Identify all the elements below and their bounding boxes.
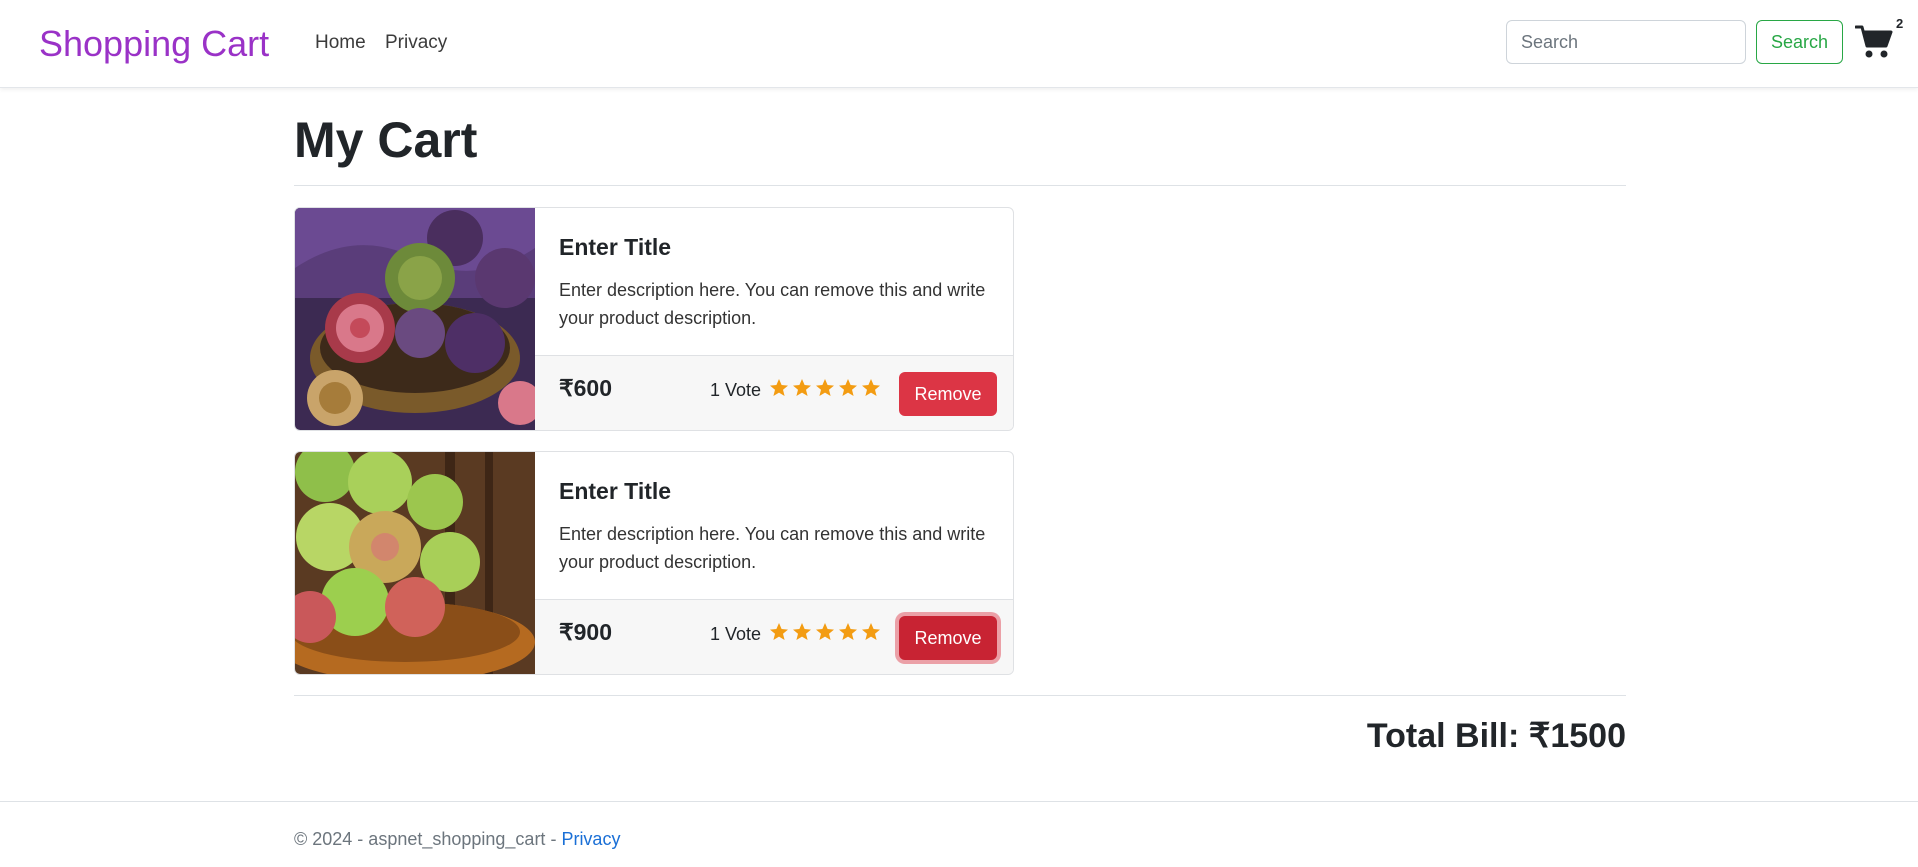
remove-button[interactable]: Remove xyxy=(899,616,997,660)
cart-item-description: Enter description here. You can remove t… xyxy=(559,524,986,572)
cart-item-description: Enter description here. You can remove t… xyxy=(559,280,986,328)
star-rating xyxy=(770,379,880,396)
remove-button[interactable]: Remove xyxy=(899,372,997,416)
star-icon xyxy=(862,379,880,396)
brand-link[interactable]: Shopping Cart xyxy=(39,22,269,66)
footer: © 2024 - aspnet_shopping_cart - Privacy xyxy=(294,829,620,850)
cart-item-title: Enter Title xyxy=(559,234,672,260)
cart-item-votes: 1 Vote xyxy=(710,624,762,644)
star-icon xyxy=(839,379,857,396)
star-icon xyxy=(862,623,880,640)
footer-divider xyxy=(0,801,1918,802)
cart-item-price: ₹600 xyxy=(559,375,613,401)
cart-item-card: Enter Title Enter description here. You … xyxy=(294,451,1014,675)
star-icon xyxy=(839,623,857,640)
page-title: My Cart xyxy=(294,112,478,168)
shopping-cart-icon xyxy=(1854,25,1893,58)
total-bill: Total Bill: ₹1500 xyxy=(1366,717,1626,755)
cart-item-price: ₹900 xyxy=(559,619,613,645)
footer-copyright: © 2024 - aspnet_shopping_cart - xyxy=(294,829,562,849)
nav-link-home[interactable]: Home xyxy=(315,31,366,55)
product-image-apples xyxy=(295,452,535,674)
cart-count-badge: 2 xyxy=(1896,16,1904,31)
search-button[interactable]: Search xyxy=(1756,20,1843,64)
total-divider xyxy=(294,695,1626,696)
footer-privacy-link[interactable]: Privacy xyxy=(561,829,620,849)
star-icon xyxy=(793,379,811,396)
star-icon xyxy=(793,623,811,640)
cart-item-votes: 1 Vote xyxy=(710,380,762,400)
search-input[interactable] xyxy=(1506,20,1746,64)
star-icon xyxy=(816,623,834,640)
cart-item-title: Enter Title xyxy=(559,478,672,504)
star-icon xyxy=(770,379,788,396)
title-divider xyxy=(294,185,1626,186)
navbar: Shopping Cart Home Privacy Search 2 xyxy=(0,0,1918,88)
cart-item-card: Enter Title Enter description here. You … xyxy=(294,207,1014,431)
nav-link-privacy[interactable]: Privacy xyxy=(385,31,447,55)
product-image-figs xyxy=(295,208,535,430)
star-rating xyxy=(770,623,880,640)
star-icon xyxy=(770,623,788,640)
star-icon xyxy=(816,379,834,396)
